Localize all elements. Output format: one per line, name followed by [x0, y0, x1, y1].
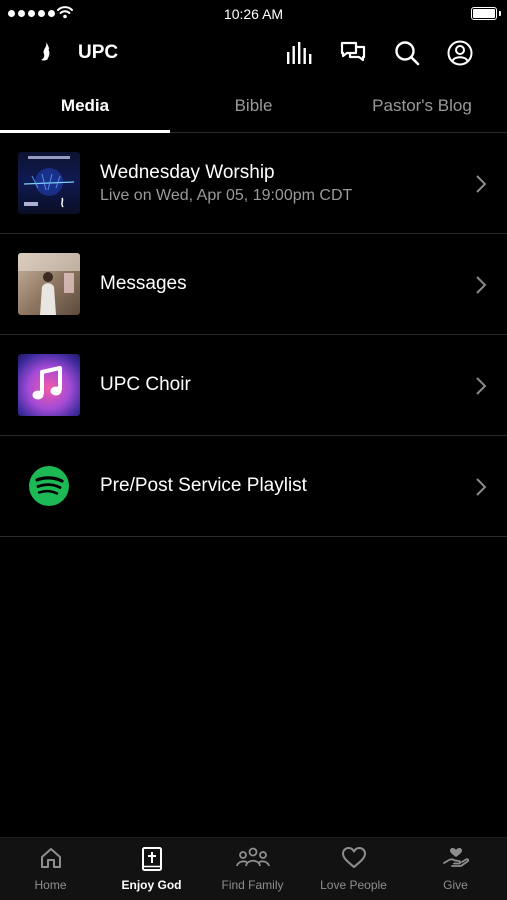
list-item-text: Pre/Post Service Playlist: [100, 436, 447, 536]
list-item-title: Pre/Post Service Playlist: [100, 475, 307, 496]
heart-icon: [341, 847, 366, 868]
chevron-right-icon: [476, 175, 487, 193]
tab-bar-enjoy-god[interactable]: Enjoy God: [101, 838, 202, 900]
messages-thumbnail: [18, 253, 80, 315]
tab-bar-label: Enjoy God: [121, 878, 182, 892]
logo-flame-icon: [41, 42, 51, 61]
list-item-title: Wednesday Worship: [100, 161, 275, 183]
list-item-playlist[interactable]: Pre/Post Service Playlist: [0, 436, 507, 537]
battery-icon: [471, 7, 501, 20]
tab-bar-love-people[interactable]: Love People: [303, 838, 404, 900]
list-item-title: Messages: [100, 273, 187, 294]
give-hand-icon: [442, 848, 469, 867]
app-header: UPC: [0, 28, 507, 78]
chevron-right-icon: [476, 478, 487, 496]
tab-bar-label: Give: [443, 878, 468, 892]
list-item-title: UPC Choir: [100, 374, 191, 395]
status-time: 10:26 AM: [223, 6, 284, 22]
tab-bar-find-family[interactable]: Find Family: [202, 838, 303, 900]
tab-bar-give[interactable]: Give: [404, 838, 507, 900]
list-item-text: Messages: [100, 234, 447, 334]
spotify-icon: [18, 455, 80, 517]
list-item-text: UPC Choir: [100, 335, 447, 435]
list-item-upc-choir[interactable]: UPC Choir: [0, 335, 507, 436]
content-tabs: Media Bible Pastor's Blog: [0, 80, 507, 133]
bible-icon: [141, 847, 162, 871]
chevron-right-icon: [476, 377, 487, 395]
home-icon: [40, 848, 61, 868]
chat-icon[interactable]: [339, 39, 367, 67]
media-list: Wednesday Worship Live on Wed, Apr 05, 1…: [0, 133, 507, 537]
list-item-subtitle: Live on Wed, Apr 05, 19:00pm CDT: [100, 186, 353, 204]
music-note-thumbnail: [18, 354, 80, 416]
list-item-messages[interactable]: Messages: [0, 234, 507, 335]
tab-bar-home[interactable]: Home: [0, 838, 101, 900]
tab-bar-label: Home: [34, 878, 67, 892]
chevron-right-icon: [476, 276, 487, 294]
tab-bar-label: Find Family: [221, 878, 284, 892]
bottom-tab-bar: Home Enjoy God Find Family Love People G…: [0, 837, 507, 900]
audio-bars-icon[interactable]: [285, 39, 313, 67]
status-bar: 10:26 AM: [0, 0, 507, 28]
worship-thumbnail: [18, 152, 80, 214]
tab-bar-label: Love People: [320, 878, 387, 892]
people-icon: [235, 847, 270, 867]
tab-pastors-blog[interactable]: Pastor's Blog: [337, 80, 507, 132]
tab-bible[interactable]: Bible: [170, 80, 337, 132]
search-icon[interactable]: [393, 39, 421, 67]
list-item-text: Wednesday Worship Live on Wed, Apr 05, 1…: [100, 133, 447, 233]
tab-media[interactable]: Media: [0, 80, 170, 132]
account-icon[interactable]: [446, 39, 474, 67]
list-item-wednesday-worship[interactable]: Wednesday Worship Live on Wed, Apr 05, 1…: [0, 133, 507, 234]
app-title: UPC: [78, 42, 119, 63]
